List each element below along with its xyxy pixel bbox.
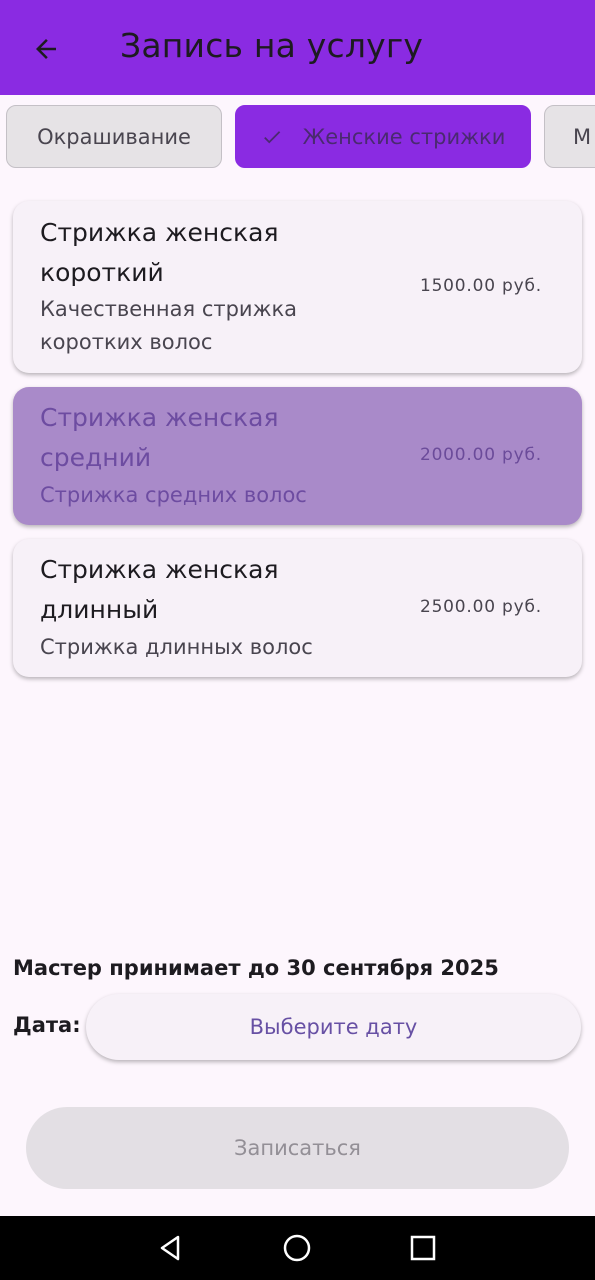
master-availability-note: Мастер принимает до 30 сентября 2025 [13, 956, 499, 980]
arrow-back-icon [36, 39, 56, 59]
chip-coloring[interactable]: Окрашивание [6, 105, 222, 168]
nav-home-button[interactable] [279, 1230, 315, 1266]
service-description: Стрижка длинных волос [40, 635, 313, 659]
service-price: 1500.00 руб. [419, 276, 542, 296]
nav-recents-button[interactable] [405, 1230, 441, 1266]
back-button[interactable] [22, 25, 70, 73]
home-circle-icon [283, 1234, 311, 1262]
service-description: коротких волос [40, 330, 213, 354]
date-label: Дата: [13, 1013, 81, 1037]
app-bar: Запись на услугу [0, 0, 595, 95]
service-name: средний [40, 443, 152, 472]
service-name: Стрижка женская [40, 403, 279, 432]
chip-label: Женские стрижки [302, 124, 506, 149]
service-name: Стрижка женская [40, 555, 279, 584]
select-date-button[interactable]: Выберите дату [86, 994, 581, 1060]
service-name: короткий [40, 258, 164, 287]
service-description: Стрижка средних волос [40, 483, 307, 507]
service-name: Стрижка женская [40, 218, 279, 247]
chip-label: Окрашивание [37, 124, 191, 149]
chip-label: М [573, 124, 592, 149]
back-triangle-icon [160, 1235, 180, 1261]
service-name: длинный [40, 595, 159, 624]
chip-partial[interactable]: М [544, 105, 595, 168]
check-icon [261, 126, 283, 148]
chip-womens-haircuts[interactable]: Женские стрижки [235, 105, 531, 168]
service-price: 2000.00 руб. [419, 445, 542, 465]
service-card-short[interactable]: Стрижка женская короткий Качественная ст… [13, 201, 582, 373]
submit-booking-button[interactable]: Записаться [26, 1107, 569, 1189]
category-chips: Окрашивание Женские стрижки М [0, 105, 595, 169]
service-card-medium[interactable]: Стрижка женская средний Стрижка средних … [13, 387, 582, 525]
nav-back-button[interactable] [152, 1230, 188, 1266]
system-nav-bar [0, 1216, 595, 1280]
select-date-label: Выберите дату [249, 1015, 418, 1039]
recents-square-icon [410, 1235, 436, 1261]
service-card-long[interactable]: Стрижка женская длинный Стрижка длинных … [13, 539, 582, 677]
page-title: Запись на услугу [120, 26, 424, 65]
service-description: Качественная стрижка [40, 297, 298, 321]
submit-label: Записаться [234, 1136, 361, 1160]
service-price: 2500.00 руб. [419, 597, 542, 617]
